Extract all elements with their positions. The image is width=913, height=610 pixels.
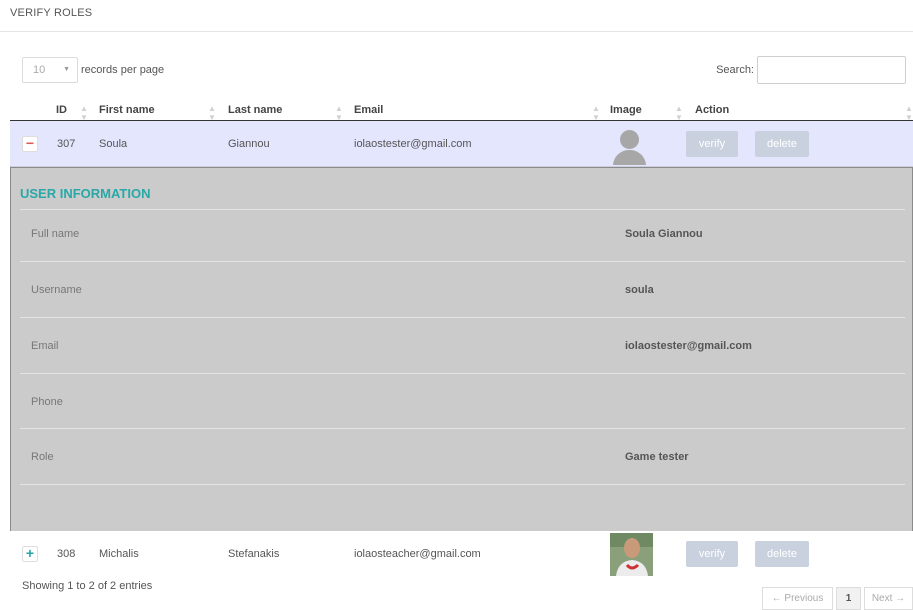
user-information-heading: USER INFORMATION bbox=[20, 186, 151, 201]
page-length-label: records per page bbox=[81, 64, 165, 76]
column-header-action[interactable]: Action bbox=[695, 104, 729, 116]
collapse-row-button[interactable]: − bbox=[22, 136, 38, 152]
chevron-down-icon: ▼ bbox=[63, 66, 70, 73]
table-header: ID ▲ ▼ First name ▲ ▼ Last name ▲ ▼ Email ▲… bbox=[10, 100, 913, 122]
email-label: Email bbox=[31, 340, 59, 352]
page-length-control: 10 ▼ records per page bbox=[22, 57, 164, 83]
phone-label: Phone bbox=[31, 396, 63, 408]
next-page-button[interactable]: Next → bbox=[864, 587, 913, 610]
verify-button[interactable]: verify bbox=[686, 541, 738, 567]
cell-first-name: Soula bbox=[99, 138, 128, 150]
column-header-image[interactable]: Image bbox=[610, 104, 642, 116]
table-row[interactable]: − 307 Soula Giannou iolaostester@gmail.c… bbox=[10, 121, 913, 167]
username-value: soula bbox=[625, 284, 654, 296]
delete-button[interactable]: delete bbox=[755, 541, 809, 567]
cell-id: 307 bbox=[57, 138, 76, 150]
search-label: Search: bbox=[716, 64, 754, 76]
expand-row-button[interactable]: + bbox=[22, 546, 38, 562]
column-header-email[interactable]: Email bbox=[354, 104, 383, 116]
delete-button[interactable]: delete bbox=[755, 131, 809, 157]
divider bbox=[20, 209, 905, 210]
page-title: VERIFY ROLES bbox=[10, 7, 93, 19]
user-information-panel: USER INFORMATION Full name Soula Giannou… bbox=[10, 167, 913, 532]
sort-icon[interactable]: ▲ ▼ bbox=[675, 104, 683, 122]
user-photo-image bbox=[610, 533, 653, 576]
column-header-last-name[interactable]: Last name bbox=[228, 104, 282, 116]
user-photo bbox=[610, 533, 653, 576]
divider bbox=[20, 261, 905, 262]
sort-icon[interactable]: ▲ ▼ bbox=[335, 104, 343, 122]
divider bbox=[20, 317, 905, 318]
role-value: Game tester bbox=[625, 451, 689, 463]
sort-icon[interactable]: ▲ ▼ bbox=[208, 104, 216, 122]
sort-icon[interactable]: ▲ ▼ bbox=[80, 104, 88, 122]
default-avatar-icon bbox=[611, 129, 647, 165]
full-name-label: Full name bbox=[31, 228, 80, 240]
previous-page-button[interactable]: ← Previous bbox=[762, 587, 833, 610]
cell-last-name: Stefanakis bbox=[228, 548, 280, 560]
divider bbox=[20, 484, 905, 485]
role-label: Role bbox=[31, 451, 54, 463]
page-length-select[interactable]: 10 ▼ bbox=[22, 57, 78, 83]
search-control: Search: bbox=[716, 56, 906, 84]
cell-last-name: Giannou bbox=[228, 138, 270, 150]
divider bbox=[20, 428, 905, 429]
verify-button[interactable]: verify bbox=[686, 131, 738, 157]
table-info: Showing 1 to 2 of 2 entries bbox=[22, 580, 153, 592]
column-header-id[interactable]: ID bbox=[56, 104, 67, 116]
sort-icon[interactable]: ▲ ▼ bbox=[592, 104, 600, 122]
cell-id: 308 bbox=[57, 548, 76, 560]
cell-first-name: Michalis bbox=[99, 548, 139, 560]
email-value: iolaostester@gmail.com bbox=[625, 340, 752, 352]
full-name-value: Soula Giannou bbox=[625, 228, 703, 240]
title-divider bbox=[0, 31, 913, 32]
cell-email: iolaosteacher@gmail.com bbox=[354, 548, 481, 560]
page-length-value: 10 bbox=[33, 64, 46, 76]
column-header-first-name[interactable]: First name bbox=[99, 104, 155, 116]
sort-icon[interactable]: ▲ ▼ bbox=[905, 104, 913, 122]
page-1-button[interactable]: 1 bbox=[836, 587, 861, 610]
cell-email: iolaostester@gmail.com bbox=[354, 138, 472, 150]
divider bbox=[20, 373, 905, 374]
table-row[interactable]: + 308 Michalis Stefanakis iolaosteacher@… bbox=[10, 531, 913, 577]
username-label: Username bbox=[31, 284, 82, 296]
search-input[interactable] bbox=[757, 56, 906, 84]
